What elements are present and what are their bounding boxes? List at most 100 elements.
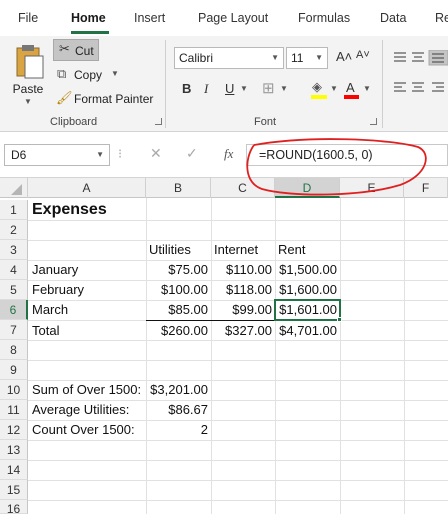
cell-b4[interactable]: $75.00 <box>146 260 211 280</box>
clipboard-launcher-icon[interactable] <box>155 118 162 125</box>
row-header[interactable]: 7 <box>0 320 28 340</box>
cell-a10[interactable]: Sum of Over 1500: <box>29 380 144 400</box>
enter-button[interactable]: ✓ <box>186 145 198 162</box>
tab-formulas[interactable]: Formulas <box>298 11 350 25</box>
insert-function-button[interactable]: fx <box>224 146 233 162</box>
cell-a7[interactable]: Total <box>29 321 62 341</box>
column-header-b[interactable]: B <box>146 178 211 198</box>
row-header[interactable]: 16 <box>0 500 28 516</box>
font-name-dropdown[interactable]: Calibri ▼ <box>174 47 284 69</box>
tab-home[interactable]: Home <box>71 11 106 25</box>
tab-page-layout[interactable]: Page Layout <box>198 11 268 25</box>
underline-dropdown-icon[interactable]: ▼ <box>240 84 248 93</box>
cell-b11[interactable]: $86.67 <box>146 400 211 420</box>
cell-b12[interactable]: 2 <box>146 420 211 440</box>
cell-b6[interactable]: $85.00 <box>146 300 211 320</box>
cell-b5[interactable]: $100.00 <box>146 280 211 300</box>
cell-d5[interactable]: $1,600.00 <box>275 280 340 300</box>
tab-file[interactable]: File <box>18 11 38 25</box>
paintbrush-icon: 🖌 <box>56 90 73 105</box>
paint-bucket-icon: ◈ <box>312 79 322 94</box>
font-size-value: 11 <box>291 51 304 65</box>
cell-a11[interactable]: Average Utilities: <box>29 400 132 420</box>
font-launcher-icon[interactable] <box>370 118 377 125</box>
cell-c4[interactable]: $110.00 <box>211 260 275 280</box>
cut-button[interactable]: ✂ Cut <box>53 39 99 61</box>
cancel-button[interactable]: ✕ <box>150 145 162 162</box>
cell-a12[interactable]: Count Over 1500: <box>29 420 138 440</box>
row-header[interactable]: 6 <box>0 300 28 320</box>
ribbon-home: Paste ▼ ✂ Cut ⧉ Copy ▼ 🖌 Format Painter … <box>0 36 448 132</box>
active-cell-outline <box>274 299 341 321</box>
fill-handle[interactable] <box>337 317 342 322</box>
font-size-dropdown[interactable]: 11 ▼ <box>286 47 328 69</box>
cell-d4[interactable]: $1,500.00 <box>275 260 340 280</box>
borders-dropdown-icon[interactable]: ▼ <box>280 84 288 93</box>
italic-button[interactable]: I <box>204 81 208 97</box>
cell-c7[interactable]: $327.00 <box>211 321 275 341</box>
row-header[interactable]: 11 <box>0 400 28 420</box>
font-color-swatch <box>344 95 359 99</box>
cell-a4[interactable]: January <box>29 260 81 280</box>
paste-dropdown-icon[interactable]: ▼ <box>8 97 48 106</box>
cell-a6[interactable]: March <box>29 300 71 320</box>
annotation-circle <box>246 138 427 196</box>
bold-button[interactable]: B <box>182 81 191 96</box>
row-header[interactable]: 4 <box>0 260 28 280</box>
copy-label: Copy <box>74 68 103 82</box>
row-header[interactable]: 14 <box>0 460 28 480</box>
row-header[interactable]: 12 <box>0 420 28 440</box>
cell-d7[interactable]: $4,701.00 <box>275 321 340 341</box>
grid-line <box>28 480 448 481</box>
underline-button[interactable]: U <box>225 81 234 96</box>
row-header[interactable]: 2 <box>0 220 28 240</box>
row-header[interactable]: 10 <box>0 380 28 400</box>
row-header[interactable]: 5 <box>0 280 28 300</box>
cell-c5[interactable]: $118.00 <box>211 280 275 300</box>
cell-b3[interactable]: Utilities <box>146 240 211 260</box>
fill-color-swatch <box>311 95 327 99</box>
grid-line <box>340 198 341 514</box>
copy-dropdown-icon[interactable]: ▼ <box>111 69 119 78</box>
chevron-down-icon: ▼ <box>315 53 323 62</box>
font-color-button[interactable]: A <box>342 79 360 101</box>
row-header[interactable]: 9 <box>0 360 28 380</box>
cell-a1[interactable]: Expenses <box>29 200 110 220</box>
name-box[interactable]: D6 ▼ <box>4 144 110 166</box>
more-options-icon[interactable]: ⁝ <box>118 146 122 162</box>
fill-color-button[interactable]: ◈ <box>309 79 329 101</box>
select-all-icon <box>11 184 22 195</box>
select-all-button[interactable] <box>0 178 28 198</box>
cell-b10[interactable]: $3,201.00 <box>146 380 211 400</box>
paste-label: Paste <box>12 82 44 96</box>
cell-b7[interactable]: $260.00 <box>146 321 211 341</box>
decrease-font-size-button[interactable]: A˅ <box>356 49 370 61</box>
grid-line <box>404 198 405 514</box>
borders-icon[interactable]: ⊞ <box>262 79 275 97</box>
tab-data[interactable]: Data <box>380 11 406 25</box>
grid-line <box>28 440 448 441</box>
cell-c3[interactable]: Internet <box>211 240 275 260</box>
row-header[interactable]: 13 <box>0 440 28 460</box>
chevron-down-icon: ▼ <box>271 53 279 62</box>
cell-a5[interactable]: February <box>29 280 87 300</box>
format-painter-button[interactable]: 🖌 Format Painter <box>53 89 157 109</box>
cell-c6[interactable]: $99.00 <box>211 300 275 320</box>
clipboard-group-label: Clipboard <box>50 116 98 128</box>
row-header[interactable]: 8 <box>0 340 28 360</box>
row-header[interactable]: 15 <box>0 480 28 500</box>
increase-font-size-button[interactable]: A˄ <box>336 49 352 64</box>
cell-d3[interactable]: Rent <box>275 240 340 260</box>
copy-button[interactable]: ⧉ Copy ▼ <box>53 65 123 85</box>
row-header[interactable]: 1 <box>0 200 28 220</box>
format-painter-label: Format Painter <box>74 92 154 106</box>
font-color-dropdown-icon[interactable]: ▼ <box>363 84 371 93</box>
row-header[interactable]: 3 <box>0 240 28 260</box>
column-header-a[interactable]: A <box>28 178 146 198</box>
tab-review[interactable]: Re <box>435 11 448 25</box>
fill-color-dropdown-icon[interactable]: ▼ <box>330 84 338 93</box>
grid-line <box>28 460 448 461</box>
tab-insert[interactable]: Insert <box>134 11 165 25</box>
paste-button[interactable]: Paste ▼ <box>8 42 48 108</box>
name-box-value: D6 <box>11 148 27 162</box>
